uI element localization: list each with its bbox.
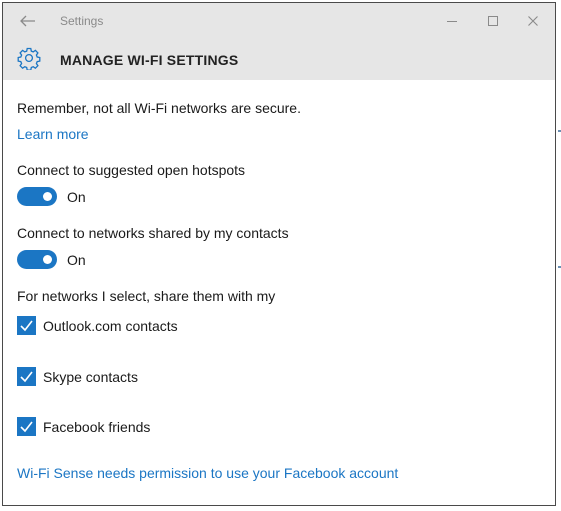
facebook-friends-label: Facebook friends (43, 419, 151, 435)
contacts-networks-toggle-state: On (67, 252, 86, 268)
checkmark-icon (20, 371, 33, 383)
page-header: MANAGE WI-FI SETTINGS (3, 39, 555, 80)
window-title: Settings (60, 14, 104, 28)
contacts-networks-toggle[interactable] (17, 250, 57, 269)
hotspots-toggle[interactable] (17, 187, 57, 206)
skype-contacts-label: Skype contacts (43, 369, 138, 385)
outlook-contacts-checkbox[interactable] (17, 316, 36, 335)
hotspots-label: Connect to suggested open hotspots (17, 162, 246, 178)
hotspots-toggle-state: On (67, 189, 86, 205)
gear-icon (17, 46, 41, 71)
checkmark-icon (20, 421, 33, 433)
outlook-contacts-label: Outlook.com contacts (43, 318, 178, 334)
back-arrow-icon[interactable] (15, 11, 39, 31)
checkmark-icon (20, 320, 33, 332)
settings-content: Remember, not all Wi-Fi networks are sec… (3, 80, 555, 505)
facebook-friends-checkbox[interactable] (17, 417, 36, 436)
share-heading: For networks I select, share them with m… (17, 288, 276, 304)
close-icon[interactable] (521, 11, 545, 31)
contacts-networks-label: Connect to networks shared by my contact… (17, 225, 289, 241)
page-title: MANAGE WI-FI SETTINGS (60, 52, 239, 68)
title-bar: Settings (3, 3, 555, 39)
maximize-icon[interactable] (481, 11, 505, 31)
learn-more-link[interactable]: Learn more (17, 126, 89, 142)
minimize-icon[interactable] (440, 11, 464, 31)
settings-window: Settings MANAGE WI-FI SETTINGS Remember,… (2, 2, 556, 506)
facebook-permission-link[interactable]: Wi-Fi Sense needs permission to use your… (17, 465, 398, 481)
skype-contacts-checkbox[interactable] (17, 367, 36, 386)
security-notice: Remember, not all Wi-Fi networks are sec… (17, 100, 301, 116)
